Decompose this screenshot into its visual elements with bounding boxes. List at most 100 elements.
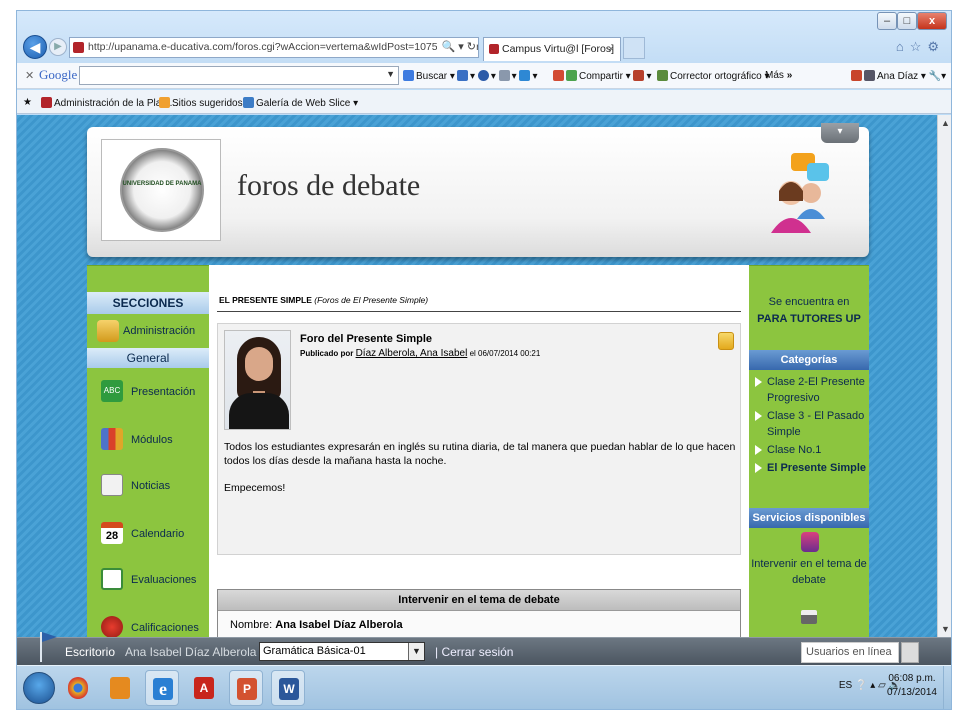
- back-button[interactable]: ◀: [23, 35, 47, 59]
- spellcheck-label: Corrector ortográfico: [670, 71, 762, 82]
- close-toolbar-icon[interactable]: ✕: [25, 69, 34, 82]
- media-taskbar-button[interactable]: [103, 670, 137, 706]
- category-item[interactable]: Clase 2-El Presente Progresivo: [755, 374, 867, 406]
- header-dropdown-button[interactable]: ▾: [821, 123, 859, 143]
- word-taskbar-button[interactable]: W: [271, 670, 305, 706]
- more-button[interactable]: Más »: [765, 70, 792, 81]
- acrobat-taskbar-button[interactable]: A: [187, 670, 221, 706]
- logout-link[interactable]: | Cerrar sesión: [435, 645, 513, 659]
- tray-expand-icon[interactable]: ▴: [870, 680, 875, 691]
- sidebar-item-evaluaciones[interactable]: Evaluaciones: [87, 558, 209, 602]
- spellcheck-button[interactable]: Corrector ortográfico ▾: [657, 70, 770, 82]
- wrench-icon[interactable]: 🔧: [929, 71, 941, 82]
- language-indicator[interactable]: ES: [839, 680, 852, 691]
- sidebar-item-administracion[interactable]: Administración: [87, 316, 209, 346]
- suggested-sites-icon: [159, 97, 170, 108]
- post-meta: Publicado por Díaz Alberola, Ana Isabel …: [300, 348, 540, 359]
- google-search-input[interactable]: ▼: [79, 66, 399, 85]
- home-icon[interactable]: ⌂: [896, 39, 910, 54]
- sections-header: SECCIONES: [87, 292, 209, 314]
- main-content: EL PRESENTE SIMPLE (Foros de El Presente…: [209, 265, 749, 637]
- favorites-star-icon[interactable]: ★: [23, 97, 32, 108]
- desktop-flag-icon[interactable]: [37, 628, 61, 662]
- tab-close-icon[interactable]: ×: [608, 38, 614, 60]
- vertical-scrollbar[interactable]: ▲ ▼: [937, 115, 951, 637]
- ie-taskbar-button[interactable]: e: [145, 670, 179, 706]
- tab-campus-virtual[interactable]: Campus Virtu@l [Foros] ×: [483, 37, 621, 61]
- name-label: Nombre:: [230, 619, 273, 631]
- more-arrow: »: [786, 70, 793, 81]
- chevron-down-icon[interactable]: ▼: [386, 69, 395, 79]
- site-favicon-icon: [41, 97, 52, 108]
- newspaper-icon: [101, 474, 123, 496]
- ribbon-icon: [101, 616, 123, 637]
- star-icon[interactable]: ☆: [910, 39, 928, 54]
- service-reply-link[interactable]: Intervenir en el tema de debate: [749, 556, 869, 588]
- category-item[interactable]: Clase No.1: [755, 442, 867, 458]
- favorite-webslice[interactable]: Galería de Web Slice ▾: [243, 97, 358, 109]
- new-tab-button[interactable]: [623, 37, 645, 59]
- sidebar-item-noticias[interactable]: Noticias: [87, 464, 209, 508]
- category-item-active[interactable]: El Presente Simple: [755, 460, 867, 476]
- sidebar-item-modulos[interactable]: Módulos: [87, 418, 209, 462]
- address-bar[interactable]: http://upanama.e-ducativa.com/foros.cgi?…: [69, 37, 479, 58]
- reply-envelope-icon[interactable]: [718, 332, 734, 350]
- tab-title: Campus Virtu@l [Foros]: [502, 43, 614, 55]
- network-icon[interactable]: ▱: [878, 680, 886, 691]
- google-toolbar: ✕ Google ▼ Buscar ▾ ▾ ▾ ▾ ▾ Compartir ▾ …: [17, 63, 951, 89]
- chrome-taskbar-button[interactable]: [61, 670, 95, 706]
- address-controls[interactable]: 🔍 ▾ ↻: [437, 38, 476, 57]
- course-select[interactable]: Gramática Básica-01 ▼: [259, 642, 425, 661]
- g-plus-icon: [553, 70, 564, 81]
- calendar-icon: 28: [101, 522, 123, 544]
- favorite-admin[interactable]: Administración de la Plata...: [41, 97, 178, 109]
- post-author-link[interactable]: Díaz Alberola, Ana Isabel: [356, 348, 468, 359]
- translate-icon: [498, 70, 510, 81]
- desktop-link[interactable]: Escritorio: [65, 645, 115, 659]
- breadcrumb-forum[interactable]: (Foros de El Presente Simple): [314, 295, 428, 305]
- title-bar: – □ x ◀ ▶ http://upanama.e-ducativa.com/…: [17, 11, 951, 63]
- avatar: [864, 70, 875, 81]
- powerpoint-taskbar-button[interactable]: P: [229, 670, 263, 706]
- chrome-icon: [68, 677, 88, 699]
- sidebar-item-calendario[interactable]: 28 Calendario: [87, 512, 209, 556]
- post-reply-icon[interactable]: [801, 532, 819, 552]
- chevron-down-icon[interactable]: ▼: [408, 643, 424, 660]
- sidebar-item-label: Noticias: [131, 480, 171, 492]
- close-window-button[interactable]: x: [917, 12, 947, 30]
- share-button[interactable]: Compartir ▾ ▾: [553, 70, 652, 82]
- toolbar-extras[interactable]: ▾ ▾ ▾ ▾: [457, 70, 537, 82]
- minimize-button[interactable]: –: [877, 12, 897, 30]
- page-viewport: ▾ UNIVERSIDAD DE PANAMA foros de debate …: [17, 115, 937, 637]
- speaker-icon[interactable]: [901, 642, 919, 663]
- help-icon[interactable]: ❔: [855, 680, 867, 691]
- gear-icon[interactable]: ⚙: [927, 39, 945, 54]
- start-button[interactable]: [23, 672, 55, 704]
- maximize-button[interactable]: □: [897, 12, 917, 30]
- clock[interactable]: 06:08 p.m. 07/13/2014: [887, 672, 937, 700]
- bookmark-icon: [457, 70, 468, 81]
- account-button[interactable]: Ana Díaz ▾ 🔧▾: [851, 70, 946, 82]
- show-desktop-button[interactable]: [943, 666, 951, 709]
- category-item[interactable]: Clase 3 - El Pasado Simple: [755, 408, 867, 440]
- sidebar-item-presentacion[interactable]: ABC Presentación: [87, 370, 209, 414]
- abc-icon: ABC: [101, 380, 123, 402]
- favorite-suggested-label: Sitios sugeridos: [172, 98, 243, 109]
- admin-key-icon: [97, 320, 119, 342]
- online-users-input[interactable]: Usuarios en línea: [801, 642, 899, 663]
- google-search-button[interactable]: Buscar ▾: [403, 70, 455, 82]
- sidebar-item-calificaciones[interactable]: Calificaciones: [87, 606, 209, 637]
- printer-icon[interactable]: [801, 610, 817, 624]
- site-header: ▾ UNIVERSIDAD DE PANAMA foros de debate: [87, 123, 869, 257]
- clock-time: 06:08 p.m.: [888, 673, 936, 684]
- favorite-suggested[interactable]: Sitios sugeridos ▾: [159, 97, 250, 109]
- word-icon: W: [279, 678, 299, 700]
- search-label: Buscar: [416, 71, 448, 82]
- university-seal: UNIVERSIDAD DE PANAMA: [120, 148, 204, 232]
- scroll-up-icon[interactable]: ▲: [938, 115, 951, 131]
- forward-button[interactable]: ▶: [49, 38, 67, 56]
- campus-bottom-bar: Escritorio Ana Isabel Díaz Alberola en G…: [17, 632, 951, 665]
- location-label: Se encuentra en: [768, 296, 850, 308]
- scroll-down-icon[interactable]: ▼: [938, 621, 951, 637]
- browser-right-icons[interactable]: ⌂☆⚙: [896, 39, 945, 55]
